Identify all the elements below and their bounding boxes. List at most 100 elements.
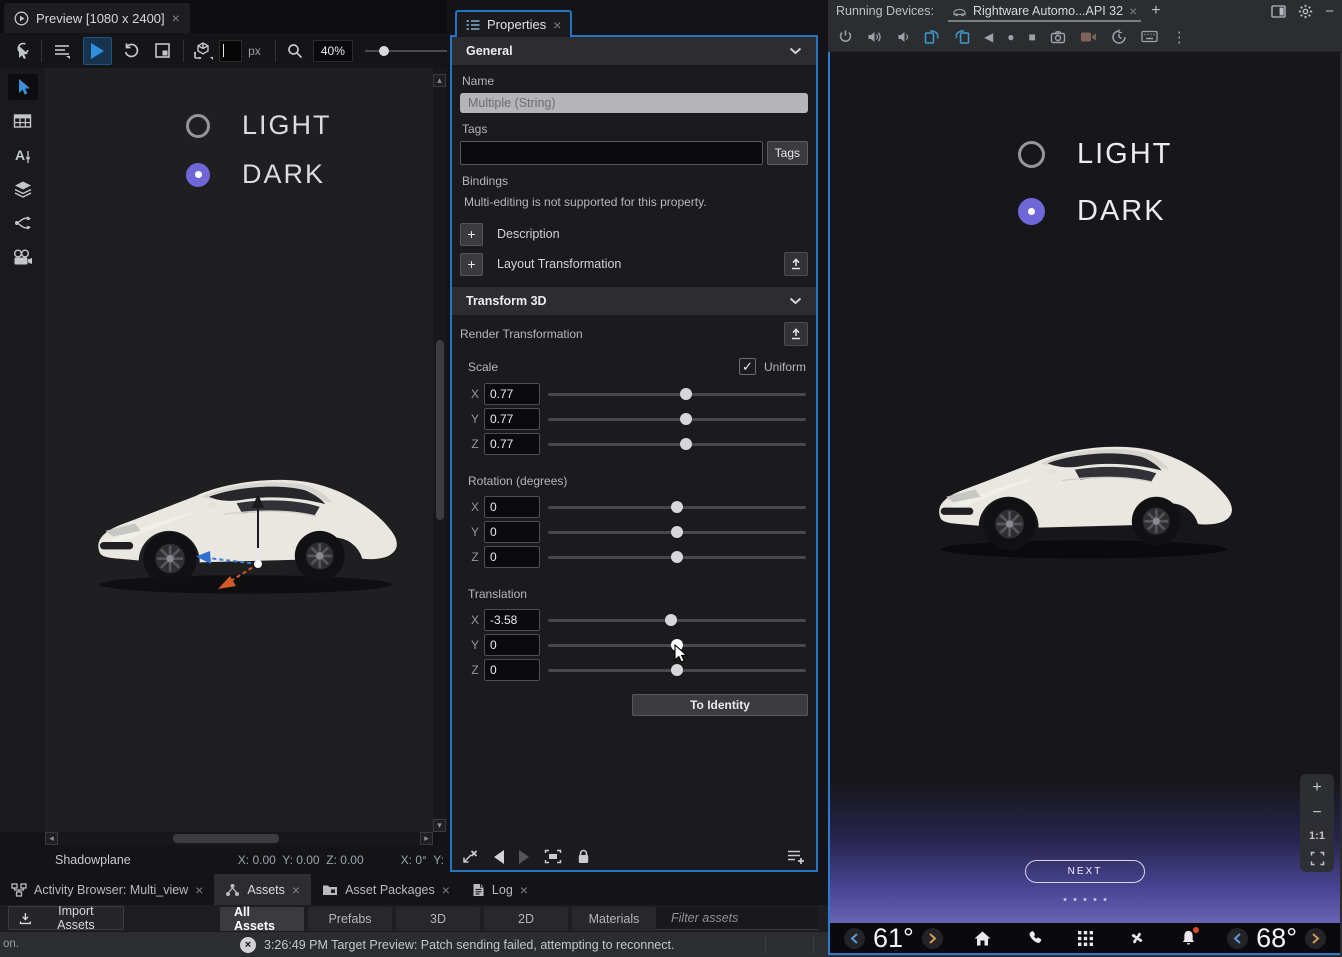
rotation-y-input[interactable] <box>484 521 540 543</box>
slider-handle[interactable] <box>680 388 692 400</box>
import-assets-button[interactable]: Import Assets <box>8 906 124 930</box>
zoom-magnifier-icon[interactable] <box>284 39 307 63</box>
device-dark-option[interactable]: DARK <box>1018 195 1166 228</box>
temp-right-decrease-icon[interactable] <box>1227 928 1248 949</box>
tab-preview[interactable]: Preview [1080 x 2400] × <box>4 3 190 33</box>
export-layout-transformation-button[interactable] <box>784 252 808 276</box>
volume-down-icon[interactable] <box>897 30 910 44</box>
scroll-right-icon[interactable]: ▸ <box>420 832 433 845</box>
dark-radio[interactable] <box>1018 198 1045 225</box>
fit-screen-icon[interactable] <box>1310 851 1325 866</box>
power-icon[interactable] <box>838 29 853 44</box>
status-message-group[interactable]: × 3:26:49 PM Target Preview: Patch sendi… <box>240 932 674 957</box>
slider-handle[interactable] <box>680 413 692 425</box>
temp-left-decrease-icon[interactable] <box>844 928 865 949</box>
phone-icon[interactable] <box>1026 930 1043 947</box>
temp-left-increase-icon[interactable] <box>922 928 943 949</box>
close-icon[interactable]: × <box>442 883 450 897</box>
uniform-checkbox[interactable]: ✓ <box>739 358 756 375</box>
state-flow-button[interactable] <box>8 210 38 236</box>
close-icon[interactable]: × <box>553 18 561 32</box>
scroll-up-icon[interactable]: ▴ <box>433 74 446 87</box>
light-radio[interactable] <box>186 114 210 138</box>
add-property-icon[interactable] <box>787 849 806 865</box>
tags-input[interactable] <box>460 141 763 165</box>
scale-z-input[interactable] <box>484 433 540 455</box>
zoom-slider[interactable] <box>365 41 447 61</box>
layout-panel-icon[interactable] <box>1271 5 1286 18</box>
scale-z-slider[interactable] <box>548 433 806 455</box>
rotation-x-slider[interactable] <box>548 496 806 518</box>
horizontal-scrollbar[interactable]: ◂ ▸ <box>45 832 433 845</box>
layers-button[interactable] <box>8 176 38 202</box>
screen-record-icon[interactable] <box>1080 31 1097 43</box>
volume-up-icon[interactable] <box>867 30 883 44</box>
next-button[interactable]: NEXT <box>1025 860 1145 883</box>
close-icon[interactable]: × <box>172 11 180 25</box>
tab-all-assets[interactable]: All Assets <box>220 907 304 931</box>
history-forward-icon[interactable] <box>519 850 529 864</box>
filter-assets-field[interactable] <box>656 907 818 930</box>
export-render-transformation-button[interactable] <box>784 322 808 346</box>
home-icon[interactable] <box>973 930 992 947</box>
dark-radio[interactable] <box>186 163 210 187</box>
reset-rotate-icon[interactable] <box>120 39 143 63</box>
add-layout-transformation-button[interactable]: + <box>460 253 483 276</box>
tab-activity-browser[interactable]: Activity Browser: Multi_view × <box>0 874 214 905</box>
history-back-icon[interactable] <box>494 850 504 864</box>
translation-y-input[interactable] <box>484 634 540 656</box>
slider-handle[interactable] <box>671 664 683 676</box>
preview-viewport[interactable]: LIGHT DARK <box>45 68 433 832</box>
transform-cube-icon[interactable] <box>191 39 214 63</box>
scrollbar-thumb[interactable] <box>436 340 444 520</box>
slider-handle[interactable] <box>379 46 389 56</box>
tab-3d[interactable]: 3D <box>396 907 480 931</box>
rotation-x-input[interactable] <box>484 496 540 518</box>
text-node-button[interactable]: A <box>8 142 38 168</box>
translation-z-input[interactable] <box>484 659 540 681</box>
frame-mode-icon[interactable] <box>151 39 174 63</box>
scrollbar-thumb[interactable] <box>173 834 279 843</box>
actual-size-button[interactable]: 1:1 <box>1309 830 1325 842</box>
transform3d-section-header[interactable]: Transform 3D <box>452 287 816 315</box>
general-section-header[interactable]: General <box>452 37 816 65</box>
layout-panel-icon[interactable] <box>50 39 73 63</box>
slider-handle[interactable] <box>665 614 677 626</box>
lock-icon[interactable] <box>577 849 590 864</box>
camera-button[interactable] <box>8 244 38 270</box>
home-circle-icon[interactable]: ● <box>1007 30 1014 44</box>
rotate-left-icon[interactable] <box>924 29 940 44</box>
tab-materials[interactable]: Materials <box>572 907 656 931</box>
scale-y-slider[interactable] <box>548 408 806 430</box>
rotation-y-slider[interactable] <box>548 521 806 543</box>
gear-icon[interactable] <box>1298 4 1313 19</box>
translation-x-slider[interactable] <box>548 609 806 631</box>
scroll-down-icon[interactable]: ▾ <box>433 819 446 832</box>
temp-right-increase-icon[interactable] <box>1305 928 1326 949</box>
more-options-icon[interactable]: ⋮ <box>1172 28 1187 46</box>
interaction-tool-icon[interactable] <box>10 39 33 63</box>
screenshot-camera-icon[interactable] <box>1050 30 1066 44</box>
scale-x-input[interactable] <box>484 383 540 405</box>
zoom-out-icon[interactable]: − <box>1312 805 1321 821</box>
rotate-right-icon[interactable] <box>954 29 970 44</box>
translation-x-input[interactable] <box>484 609 540 631</box>
name-input[interactable] <box>460 93 808 113</box>
close-icon[interactable]: × <box>1129 4 1137 18</box>
select-tool-button[interactable] <box>8 74 38 100</box>
minimize-icon[interactable]: − <box>1325 3 1334 20</box>
light-option[interactable]: LIGHT <box>186 110 332 141</box>
device-light-option[interactable]: LIGHT <box>1018 138 1172 171</box>
add-description-button[interactable]: + <box>460 223 483 246</box>
light-radio[interactable] <box>1018 141 1045 168</box>
apps-grid-icon[interactable] <box>1077 930 1094 947</box>
fan-climate-icon[interactable] <box>1128 929 1146 947</box>
dark-option[interactable]: DARK <box>186 159 325 190</box>
filter-assets-input[interactable] <box>669 910 836 926</box>
tab-asset-packages[interactable]: Asset Packages × <box>311 874 461 905</box>
revert-selection-icon[interactable] <box>462 849 479 864</box>
play-button[interactable] <box>83 37 112 65</box>
tab-device[interactable]: Rightware Automo...API 32 × <box>948 0 1141 22</box>
rotation-z-input[interactable] <box>484 546 540 568</box>
slider-handle[interactable] <box>680 438 692 450</box>
